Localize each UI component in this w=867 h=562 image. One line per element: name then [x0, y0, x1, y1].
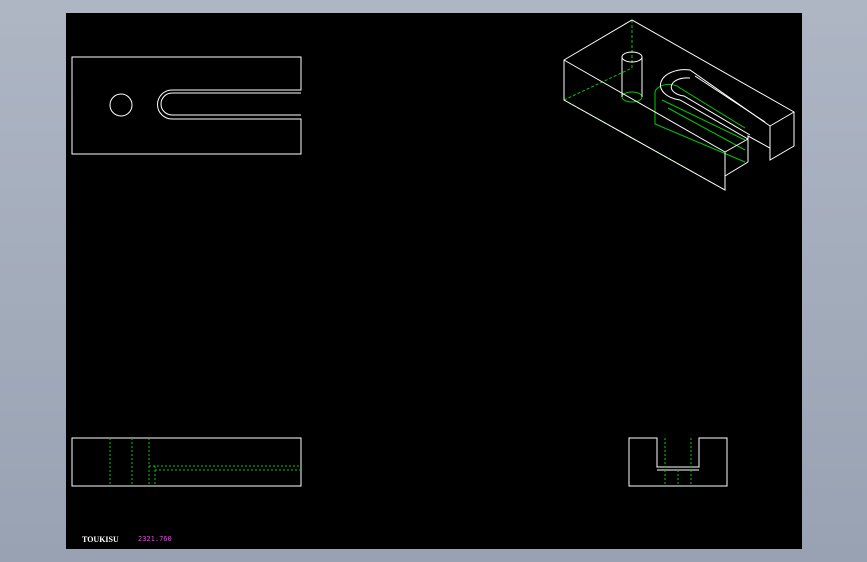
footer-logo: TOUKISU — [82, 535, 119, 544]
iso-slot-inner-top — [670, 75, 766, 136]
top-view-hole — [109, 93, 133, 117]
iso-block-outline — [563, 19, 795, 191]
side-view — [628, 437, 728, 487]
front-view-outline — [71, 437, 302, 487]
top-view — [71, 56, 302, 155]
cad-drawing: TOUKISU 2321.760 — [71, 19, 795, 544]
front-view — [71, 437, 302, 487]
top-view-slot-inner — [160, 92, 301, 116]
top-view-outline — [71, 56, 302, 155]
isometric-view — [563, 19, 795, 191]
footer-dimension: 2321.760 — [138, 535, 172, 543]
iso-hole-bottom — [621, 91, 643, 103]
